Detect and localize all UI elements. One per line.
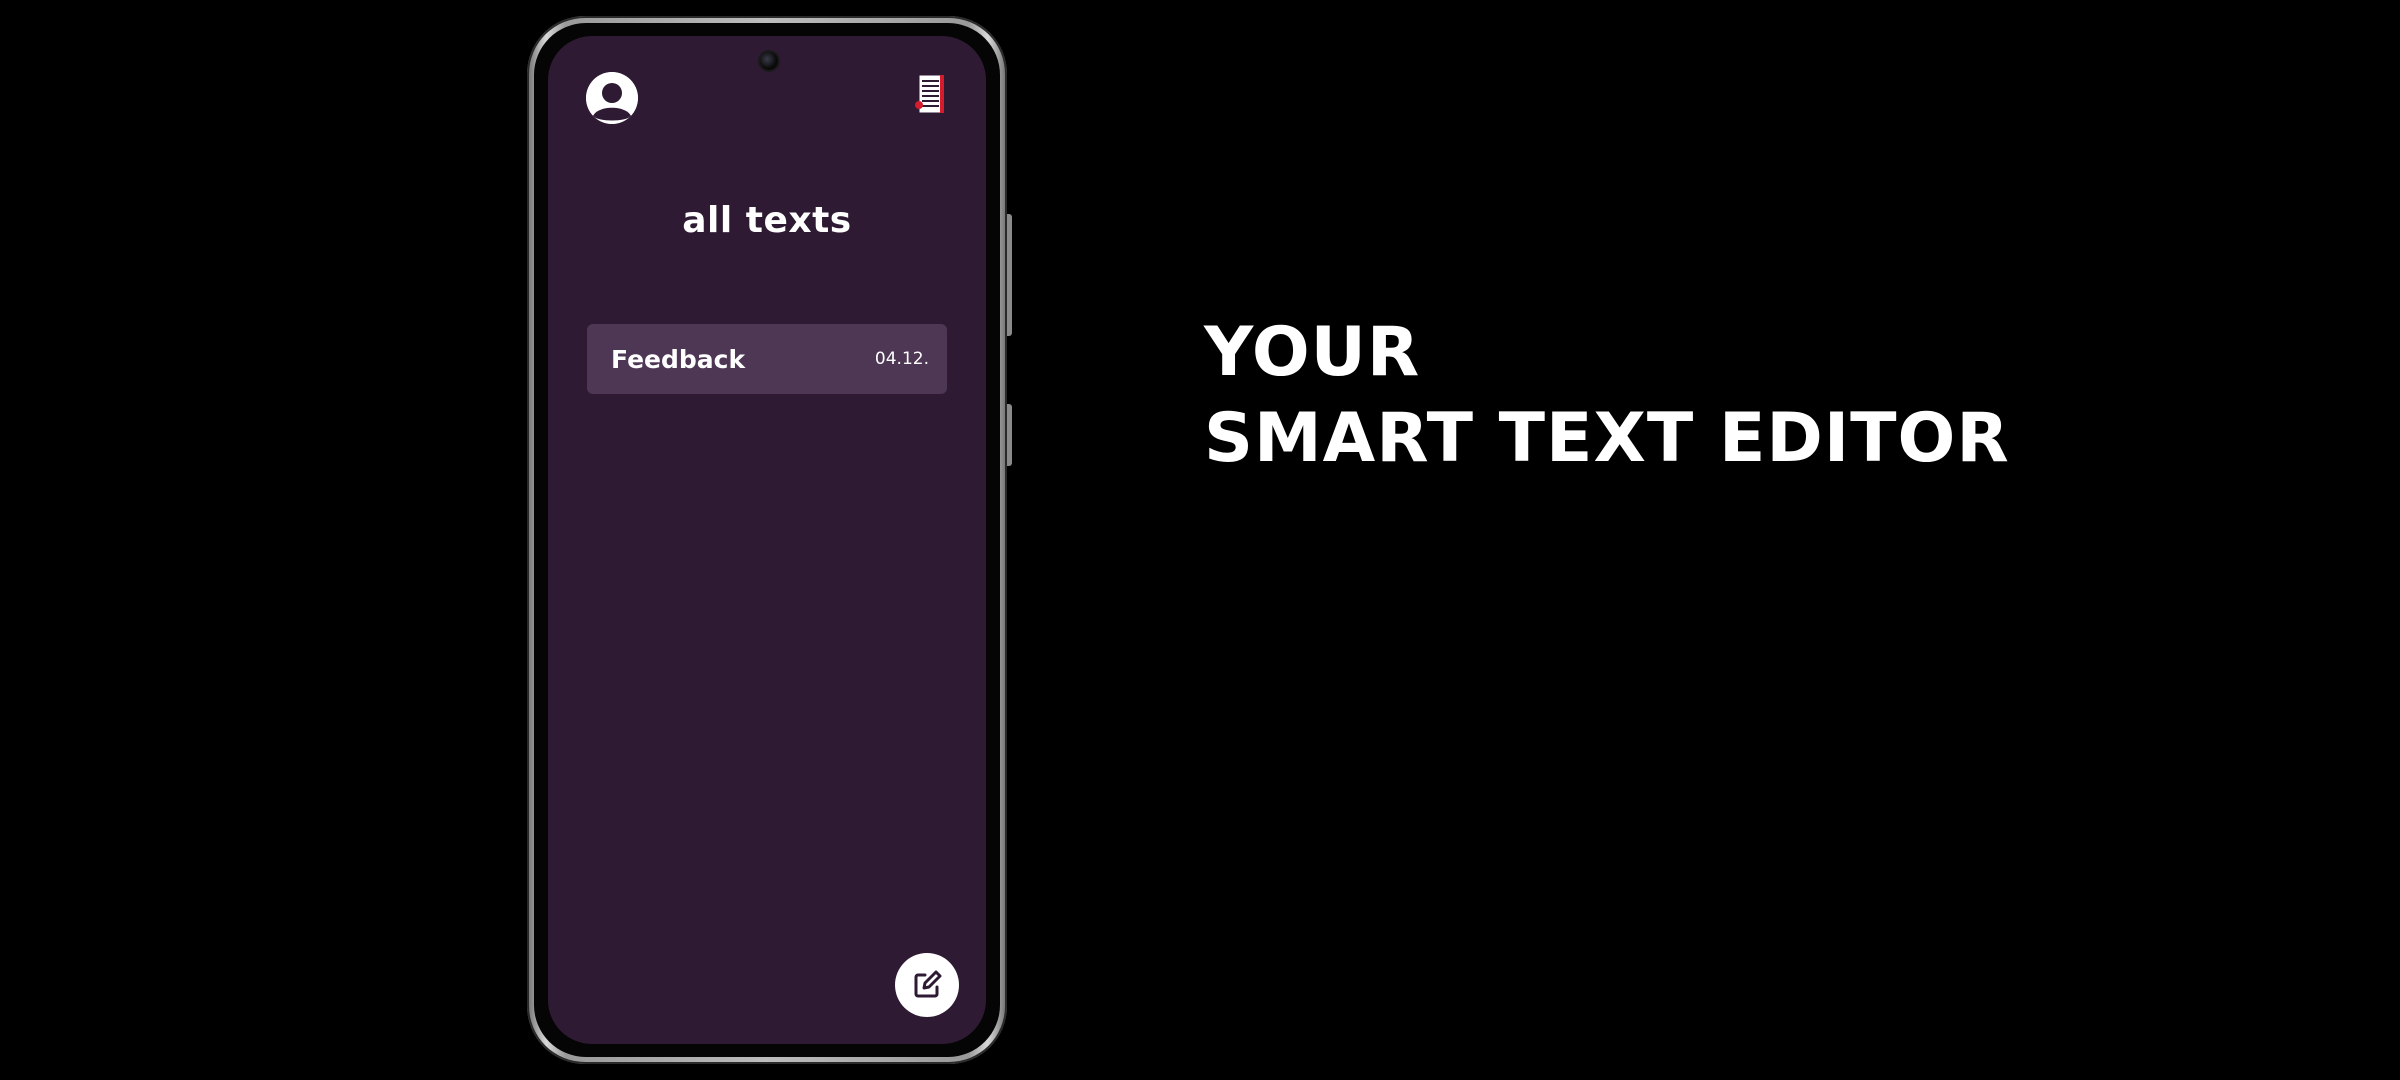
document-list-icon (915, 74, 944, 114)
power-button (1007, 404, 1012, 466)
phone-frame: all texts Feedback 04.12. (527, 16, 1012, 1064)
item-title: Feedback (611, 344, 746, 374)
promo-headline: YOUR SMART TEXT EDITOR (1204, 310, 2010, 482)
user-circle-icon (586, 72, 638, 124)
app-screen: all texts Feedback 04.12. (548, 36, 986, 1044)
phone-bezel: all texts Feedback 04.12. (534, 23, 1000, 1057)
profile-button[interactable] (586, 72, 638, 124)
volume-button (1007, 214, 1012, 336)
page-title: all texts (682, 200, 852, 241)
list-item[interactable]: Feedback 04.12. (587, 324, 947, 394)
edit-icon (914, 970, 942, 998)
texts-list: Feedback 04.12. (587, 324, 947, 394)
headline-line-1: YOUR (1204, 313, 1421, 392)
front-camera (758, 50, 780, 72)
item-date: 04.12. (874, 349, 929, 369)
headline-line-2: SMART TEXT EDITOR (1204, 399, 2010, 478)
new-text-button[interactable] (895, 953, 959, 1017)
promo-stage: all texts Feedback 04.12. YOUR SMART TEX (0, 0, 2400, 1080)
documents-button[interactable] (912, 72, 948, 118)
